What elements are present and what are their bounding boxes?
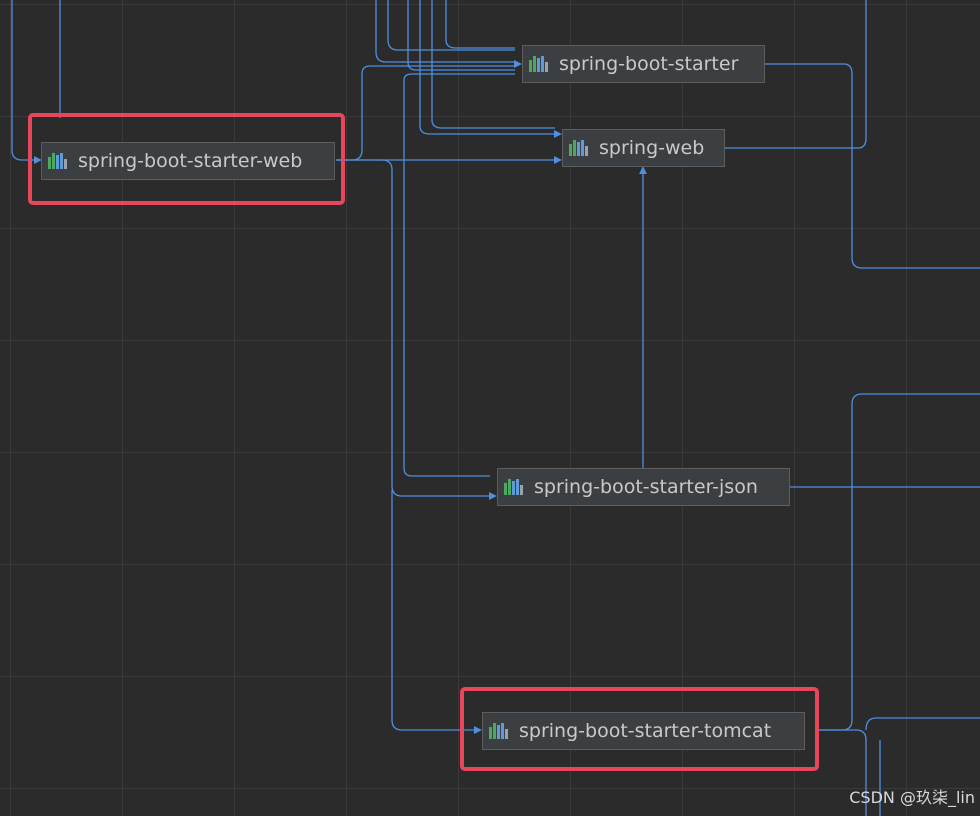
node-spring-boot-starter-tomcat[interactable]: spring-boot-starter-tomcat xyxy=(482,712,805,750)
edge-web-to-json xyxy=(336,159,490,497)
node-spring-web[interactable]: spring-web xyxy=(562,129,725,167)
node-label: spring-boot-starter-tomcat xyxy=(519,720,772,742)
edge-web-to-starter xyxy=(336,65,515,161)
node-label: spring-boot-starter-json xyxy=(534,476,758,498)
node-spring-boot-starter[interactable]: spring-boot-starter xyxy=(522,45,765,83)
node-label: spring-boot-starter xyxy=(559,53,739,75)
watermark: CSDN @玖柒_lin xyxy=(849,788,975,807)
maven-library-icon xyxy=(504,479,524,495)
node-label: spring-boot-starter-web xyxy=(78,150,303,172)
maven-library-icon xyxy=(569,140,589,156)
node-label: spring-web xyxy=(599,137,705,159)
maven-library-icon xyxy=(529,56,549,72)
maven-library-icon xyxy=(489,723,509,739)
node-spring-boot-starter-web[interactable]: spring-boot-starter-web xyxy=(41,142,335,180)
maven-library-icon xyxy=(48,153,68,169)
node-spring-boot-starter-json[interactable]: spring-boot-starter-json xyxy=(497,468,790,506)
